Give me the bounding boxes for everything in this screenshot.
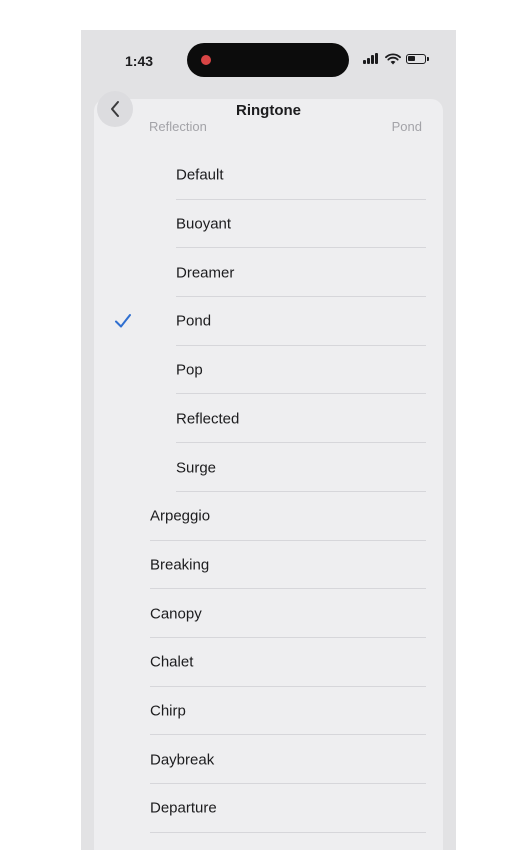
ringtone-label: Surge xyxy=(176,459,217,477)
ringtone-option[interactable]: Canopy xyxy=(81,589,456,638)
ringtone-label: Daybreak xyxy=(150,751,215,769)
ringtone-label: Arpeggio xyxy=(150,507,211,525)
cellular-signal-icon xyxy=(363,52,381,66)
checkmark-icon xyxy=(115,314,131,328)
ringtone-option[interactable]: Chirp xyxy=(81,687,456,736)
ringtone-option[interactable]: Chalet xyxy=(81,638,456,687)
phone-screen: 1:43 Reflection Pond Ringtone Default Bu… xyxy=(81,30,456,850)
page-title: Ringtone xyxy=(236,102,301,119)
ringtone-option[interactable]: Buoyant xyxy=(81,200,456,249)
behind-left-label: Reflection xyxy=(149,119,207,134)
dynamic-island xyxy=(187,43,349,77)
ringtone-option[interactable]: Departure xyxy=(81,784,456,833)
ringtone-label: Pop xyxy=(176,361,203,379)
ringtone-option[interactable]: Daybreak xyxy=(81,735,456,785)
ringtone-label: Chirp xyxy=(150,702,186,720)
ringtone-option[interactable]: Arpeggio xyxy=(81,492,456,541)
ringtone-label: Departure xyxy=(150,799,217,817)
ringtone-label: Default xyxy=(176,166,224,184)
ringtone-option[interactable]: Breaking xyxy=(81,541,456,590)
wifi-icon xyxy=(385,53,401,65)
ringtone-label: Chalet xyxy=(150,653,194,671)
ringtone-option-selected[interactable]: Pond xyxy=(81,297,456,346)
ringtone-option[interactable]: Reflected xyxy=(81,395,456,444)
ringtone-option[interactable]: Pop xyxy=(81,346,456,395)
ringtone-label: Canopy xyxy=(150,605,202,623)
ringtone-label: Dreamer xyxy=(176,264,235,282)
behind-right-label: Pond xyxy=(391,119,422,134)
ringtone-label: Reflected xyxy=(176,410,240,428)
ringtone-option[interactable]: Dreamer xyxy=(81,248,456,298)
ringtone-option[interactable]: Surge xyxy=(81,443,456,492)
separator xyxy=(150,831,426,833)
recording-dot-icon xyxy=(201,55,211,65)
ringtone-label: Pond xyxy=(176,312,212,330)
status-time: 1:43 xyxy=(125,53,154,69)
ringtone-option[interactable]: Default xyxy=(81,151,456,200)
ringtone-label: Breaking xyxy=(150,556,210,574)
ringtone-label: Buoyant xyxy=(176,215,232,233)
battery-icon xyxy=(406,54,429,64)
